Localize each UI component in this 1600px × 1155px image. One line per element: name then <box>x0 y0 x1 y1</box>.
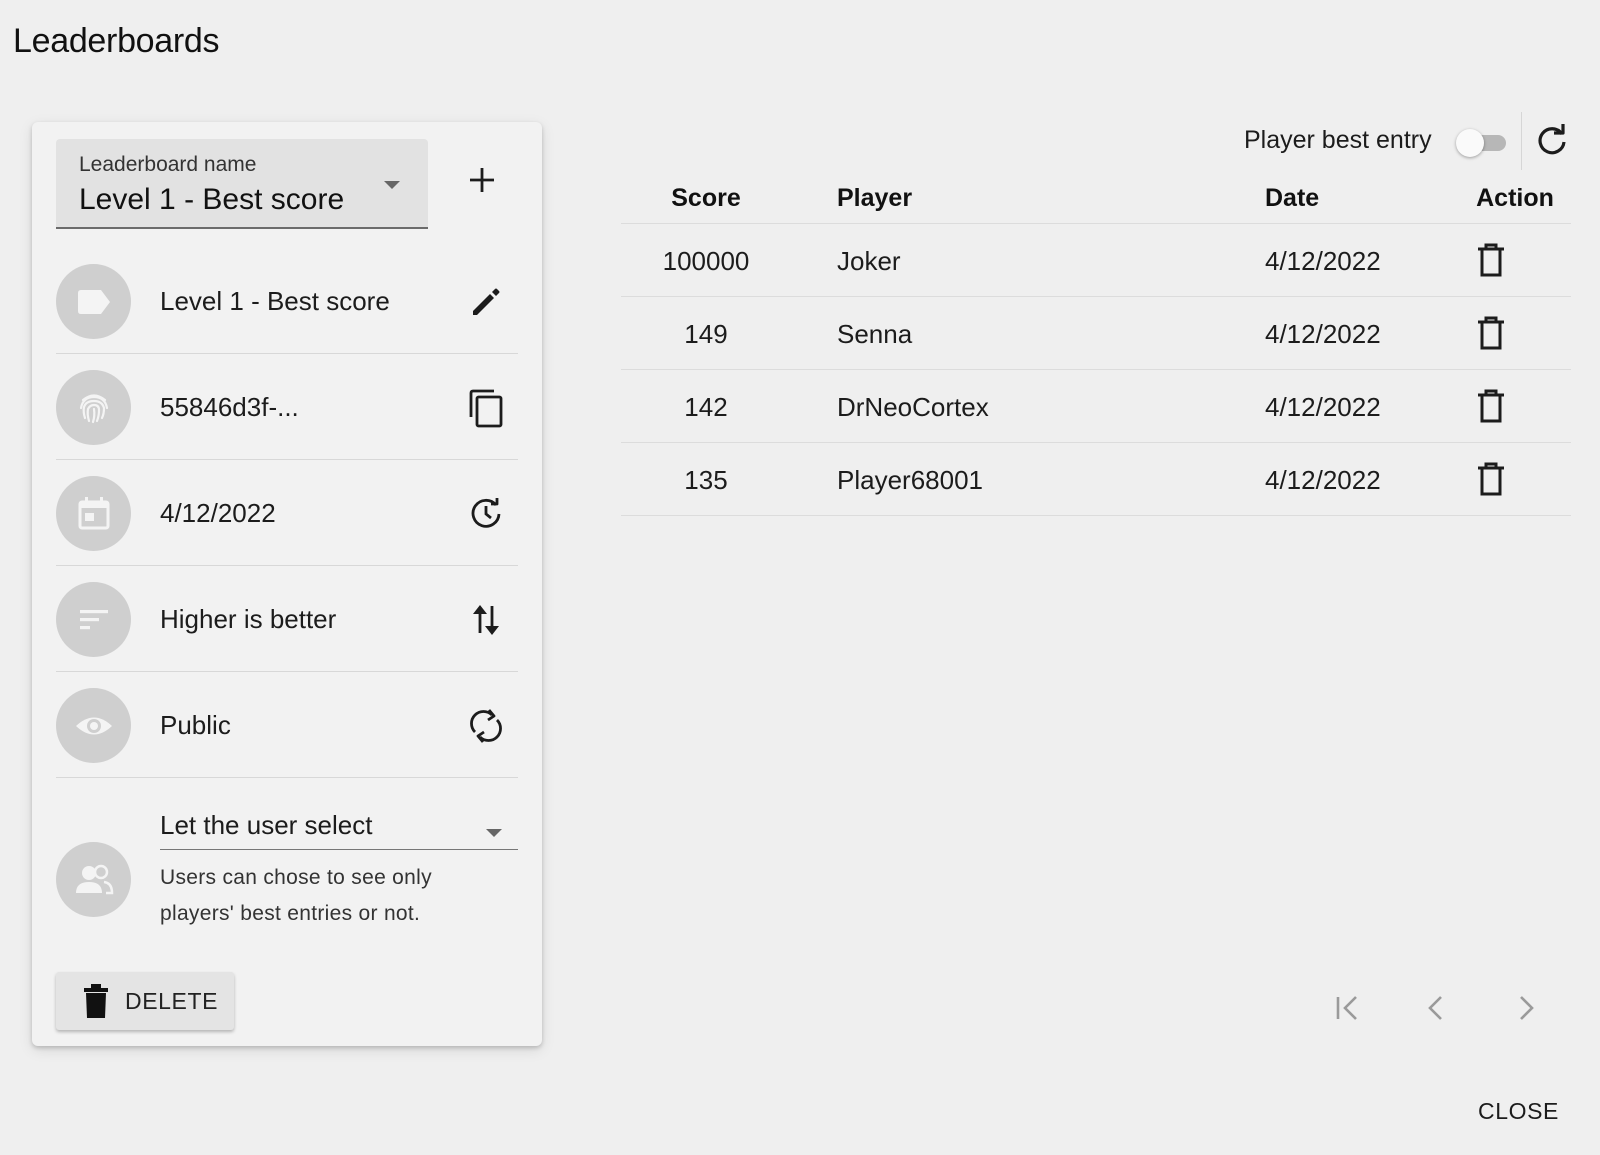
reset-date-button[interactable] <box>462 490 510 538</box>
calendar-icon <box>78 496 109 529</box>
cell-score: 135 <box>684 465 728 495</box>
cell-score: 100000 <box>662 246 750 276</box>
chevron-down-icon <box>486 829 502 837</box>
delete-entry-button[interactable] <box>1468 456 1514 502</box>
cell-player: Senna <box>837 319 913 349</box>
header-player: Player <box>837 184 913 212</box>
first-page-icon <box>1336 996 1357 1020</box>
sort-order-text: Higher is better <box>160 604 337 634</box>
sort-row: Higher is better <box>56 566 518 672</box>
delete-button-label: DELETE <box>125 987 219 1014</box>
cell-score: 142 <box>684 392 728 422</box>
delete-entry-button[interactable] <box>1468 237 1514 283</box>
next-page-button[interactable] <box>1502 984 1550 1032</box>
avatar <box>56 264 131 339</box>
trash-outline-icon <box>1478 462 1504 496</box>
restore-clock-icon <box>471 498 501 528</box>
chevron-down-icon <box>384 181 400 189</box>
cell-score: 149 <box>684 319 728 349</box>
visibility-text: Public <box>160 710 231 740</box>
sort-icon <box>79 609 108 629</box>
toolbar-divider <box>1521 112 1522 170</box>
avatar <box>56 370 131 445</box>
leaderboard-name-text: Level 1 - Best score <box>160 286 390 316</box>
leaderboard-name-value: Level 1 - Best score <box>79 183 345 216</box>
leaderboard-name-select[interactable]: Leaderboard name Level 1 - Best score <box>56 139 428 229</box>
chevron-right-icon <box>1520 996 1534 1020</box>
avatar <box>56 582 131 657</box>
copy-icon <box>469 389 503 428</box>
toggle-thumb <box>1456 129 1484 157</box>
fingerprint-icon <box>79 393 108 423</box>
player-entries-mode-select[interactable]: Let the user select <box>160 804 518 850</box>
trash-outline-icon <box>1478 389 1504 423</box>
name-row: Level 1 - Best score <box>56 248 518 354</box>
cell-date: 4/12/2022 <box>1265 319 1381 349</box>
avatar <box>56 476 131 551</box>
eye-icon <box>75 717 112 734</box>
leaderboard-id-text: 55846d3f-... <box>160 392 299 422</box>
date-row: 4/12/2022 <box>56 460 518 566</box>
player-entries-mode-value: Let the user select <box>160 810 373 840</box>
delete-entry-button[interactable] <box>1468 310 1514 356</box>
pencil-icon <box>473 288 500 315</box>
toggle-sort-button[interactable] <box>462 596 510 644</box>
toggle-visibility-button[interactable] <box>462 702 510 750</box>
player-best-entry-toggle[interactable] <box>1456 128 1508 158</box>
table-header: Score Player Date Action <box>621 172 1571 224</box>
player-best-entry-label: Player best entry <box>1244 126 1432 154</box>
created-date-text: 4/12/2022 <box>160 498 276 528</box>
leaderboard-details-card: Leaderboard name Level 1 - Best score Le… <box>32 122 542 1046</box>
label-icon <box>77 289 110 314</box>
previous-page-button[interactable] <box>1412 984 1460 1032</box>
cell-player: Joker <box>837 246 901 276</box>
plus-icon <box>470 168 494 192</box>
first-page-button[interactable] <box>1323 984 1371 1032</box>
close-button[interactable]: CLOSE <box>1478 1098 1559 1125</box>
add-leaderboard-button[interactable] <box>457 155 507 205</box>
id-row: 55846d3f-... <box>56 354 518 460</box>
copy-id-button[interactable] <box>462 384 510 432</box>
page-title: Leaderboards <box>13 22 220 60</box>
player-entries-helper-text: Users can chose to see only players' bes… <box>160 866 432 925</box>
avatar <box>56 842 131 917</box>
header-date: Date <box>1265 184 1320 212</box>
edit-name-button[interactable] <box>462 278 510 326</box>
swap-vertical-icon <box>473 605 499 635</box>
player-entries-mode-block: Let the user select Users can chose to s… <box>56 790 518 930</box>
refresh-icon <box>1538 124 1566 155</box>
cell-date: 4/12/2022 <box>1265 465 1381 495</box>
cell-player: Player68001 <box>837 465 983 495</box>
visibility-row: Public <box>56 672 518 778</box>
trash-icon <box>83 984 109 1018</box>
chevron-left-icon <box>1428 996 1442 1020</box>
delete-leaderboard-button[interactable]: DELETE <box>56 972 234 1030</box>
leaderboard-name-label: Leaderboard name <box>79 153 257 176</box>
entries-table: Score Player Date Action 100000 Joker 4/… <box>621 172 1571 516</box>
table-row: 142 DrNeoCortex 4/12/2022 <box>621 370 1571 443</box>
cell-date: 4/12/2022 <box>1265 392 1381 422</box>
header-action: Action <box>1476 184 1554 212</box>
table-row: 100000 Joker 4/12/2022 <box>621 224 1571 297</box>
sync-icon <box>470 709 502 743</box>
table-row: 149 Senna 4/12/2022 <box>621 297 1571 370</box>
cell-date: 4/12/2022 <box>1265 246 1381 276</box>
trash-outline-icon <box>1478 316 1504 350</box>
delete-entry-button[interactable] <box>1468 383 1514 429</box>
header-score: Score <box>671 184 741 212</box>
refresh-entries-button[interactable] <box>1530 117 1574 163</box>
trash-outline-icon <box>1478 243 1504 277</box>
table-row: 135 Player68001 4/12/2022 <box>621 443 1571 516</box>
cell-player: DrNeoCortex <box>837 392 989 422</box>
avatar <box>56 688 131 763</box>
people-icon <box>75 864 113 894</box>
